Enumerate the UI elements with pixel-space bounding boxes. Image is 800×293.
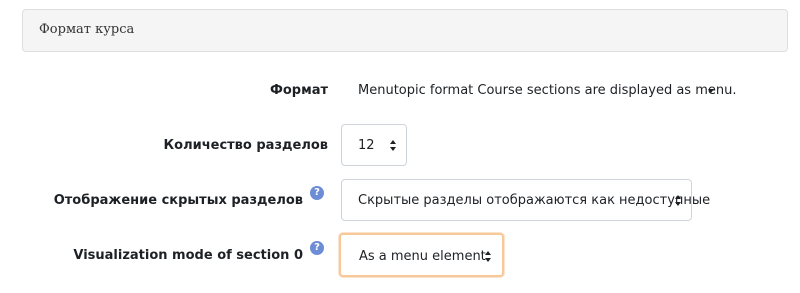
num-sections-select[interactable]: 12 <box>341 124 407 166</box>
updown-arrows-icon <box>675 195 682 206</box>
section-header[interactable]: Формат курса <box>22 9 788 52</box>
num-sections-value: 12 <box>358 138 375 153</box>
format-row: Формат Menutopic format Course sections … <box>0 80 800 102</box>
format-dropdown-value[interactable]: Menutopic format Course sections are dis… <box>358 83 736 98</box>
visualization-mode-label: Visualization mode of section 0 <box>73 248 303 263</box>
visualization-mode-row: Visualization mode of section 0 ? As a m… <box>0 233 800 277</box>
help-icon[interactable]: ? <box>310 241 324 255</box>
hidden-sections-select[interactable]: Скрытые разделы отображаются как недосту… <box>341 179 710 221</box>
hidden-sections-label: Отображение скрытых разделов <box>53 193 303 208</box>
chevron-down-icon[interactable] <box>708 89 714 93</box>
visualization-mode-select[interactable]: As a menu element <box>339 233 504 277</box>
visualization-mode-value: As a menu element <box>359 249 486 264</box>
format-label: Формат <box>269 83 328 98</box>
section-title: Формат курса <box>39 22 135 37</box>
updown-arrows-icon <box>485 251 492 262</box>
updown-arrows-icon <box>390 140 397 151</box>
hidden-sections-row: Отображение скрытых разделов ? Скрытые р… <box>0 179 800 221</box>
course-format-settings: Формат курса Формат Menutopic format Cou… <box>0 0 800 293</box>
num-sections-row: Количество разделов 12 <box>0 124 800 166</box>
help-icon[interactable]: ? <box>310 186 324 200</box>
hidden-sections-value: Скрытые разделы отображаются как недосту… <box>358 193 711 208</box>
num-sections-label: Количество разделов <box>163 138 328 153</box>
